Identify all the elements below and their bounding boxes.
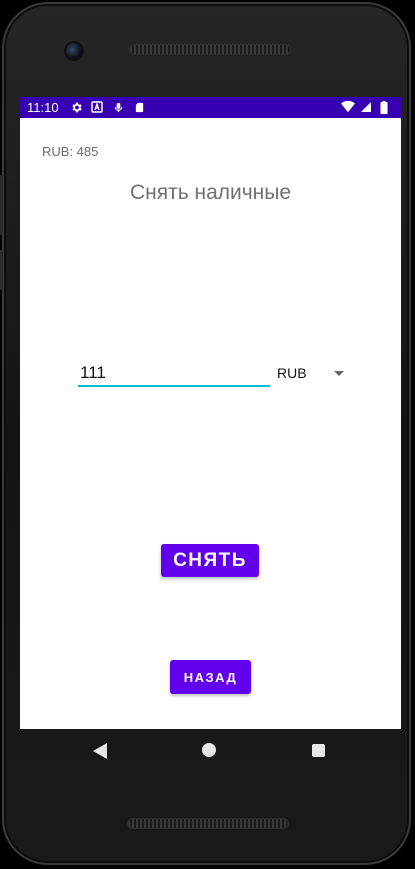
status-left-icons xyxy=(69,100,146,114)
sd-card-icon xyxy=(132,100,146,114)
volume-button xyxy=(0,250,3,290)
earpiece-speaker xyxy=(130,45,290,54)
status-right-icons xyxy=(341,100,391,114)
device-frame: 11:10 RUB: 485 Снять наличные 111 RUB СН… xyxy=(0,0,415,869)
app-screen: 11:10 RUB: 485 Снять наличные 111 RUB СН… xyxy=(20,97,401,729)
back-icon[interactable] xyxy=(93,743,107,759)
system-navigation-bar xyxy=(20,729,401,773)
recents-icon[interactable] xyxy=(312,744,325,757)
page-title: Снять наличные xyxy=(129,181,292,204)
currency-dropdown[interactable]: RUB xyxy=(272,359,352,387)
chevron-down-icon xyxy=(334,371,344,376)
currency-selected-value: RUB xyxy=(277,365,307,381)
home-icon[interactable] xyxy=(202,743,216,757)
power-button xyxy=(0,175,3,235)
status-bar: 11:10 xyxy=(20,97,401,118)
text-a-icon xyxy=(90,100,104,114)
battery-icon xyxy=(377,100,391,114)
status-time: 11:10 xyxy=(27,100,59,115)
bottom-speaker xyxy=(128,819,288,828)
wifi-icon xyxy=(341,100,355,114)
amount-input[interactable] xyxy=(78,361,270,387)
front-camera-icon xyxy=(66,43,82,59)
withdraw-button[interactable]: СНЯТЬ xyxy=(161,544,259,577)
balance-label: RUB: 485 xyxy=(42,144,99,159)
signal-icon xyxy=(359,100,373,114)
back-button[interactable]: НАЗАД xyxy=(170,660,251,694)
microphone-icon xyxy=(111,100,125,114)
gear-icon xyxy=(69,100,83,114)
